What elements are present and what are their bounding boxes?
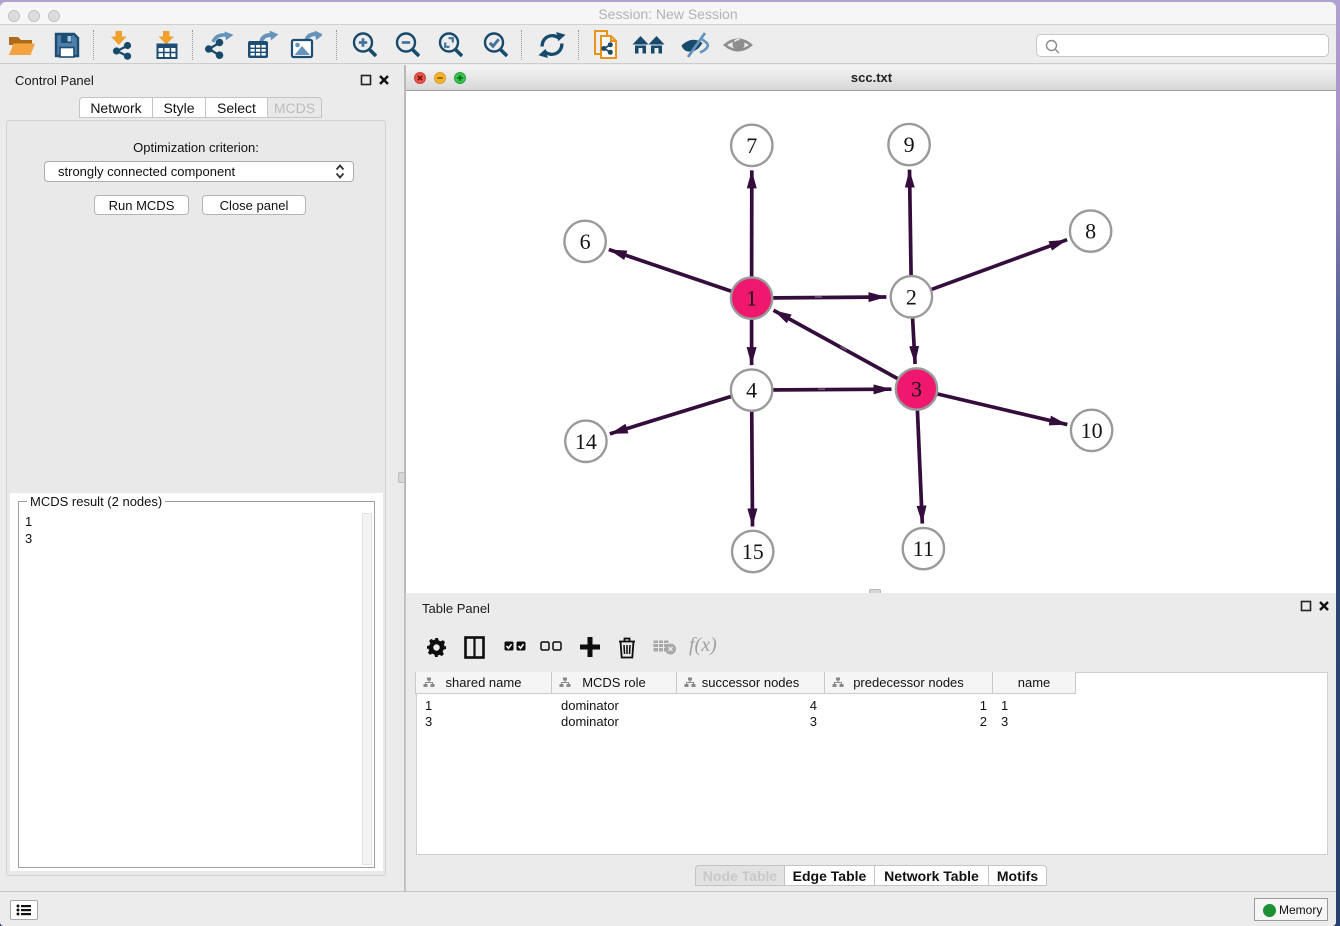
svg-text:3: 3	[911, 377, 922, 402]
svg-text:14: 14	[575, 429, 597, 454]
svg-text:8: 8	[1085, 219, 1096, 244]
svg-text:4: 4	[746, 378, 757, 403]
svg-text:6: 6	[580, 229, 591, 254]
svg-text:9: 9	[904, 132, 915, 157]
svg-text:7: 7	[746, 133, 757, 158]
svg-text:1: 1	[746, 286, 757, 311]
svg-text:10: 10	[1081, 418, 1103, 443]
svg-text:2: 2	[906, 284, 917, 309]
svg-text:15: 15	[742, 539, 764, 564]
svg-text:11: 11	[913, 536, 934, 561]
